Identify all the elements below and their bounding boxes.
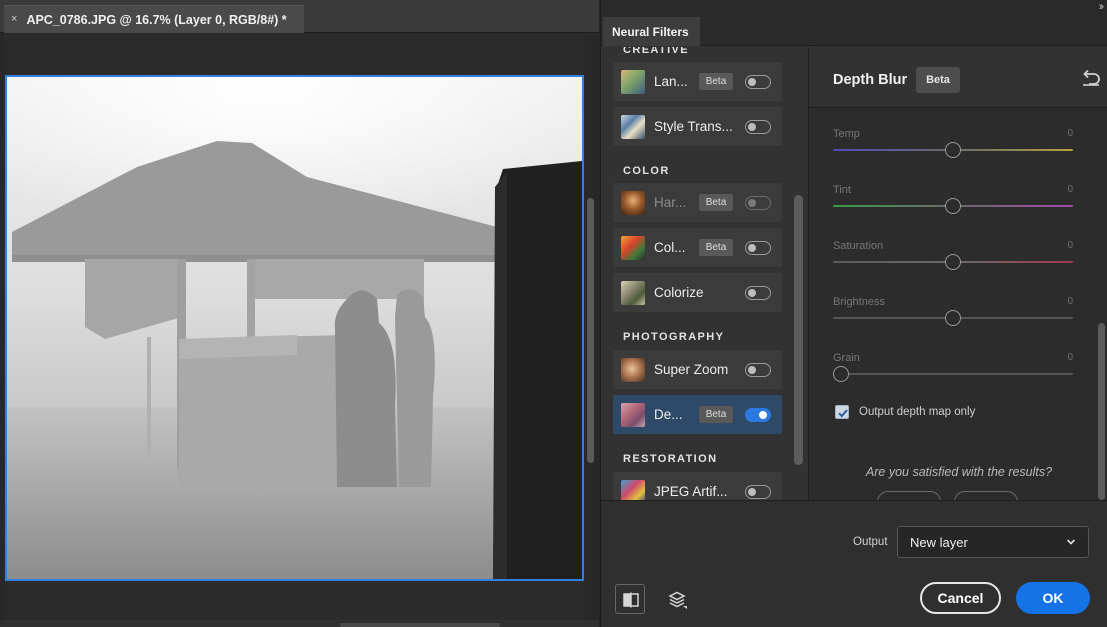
- canvas-image[interactable]: [5, 75, 584, 581]
- document-tab[interactable]: × APC_0786.JPG @ 16.7% (Layer 0, RGB/8#)…: [4, 5, 304, 33]
- slider-value: 0: [1067, 128, 1073, 139]
- cancel-button[interactable]: Cancel: [920, 582, 1001, 614]
- slider-track[interactable]: [833, 373, 1073, 375]
- close-icon[interactable]: ×: [11, 14, 17, 25]
- filter-list: CREATIVE Lan... Beta Style Trans... COLO…: [613, 47, 785, 500]
- layers-icon: [668, 591, 687, 609]
- slider-value: 0: [1067, 184, 1073, 195]
- panel-tab-row: Neural Filters: [601, 17, 1107, 46]
- output-depth-map-checkbox-row[interactable]: Output depth map only: [835, 405, 975, 419]
- filter-toggle[interactable]: [745, 241, 771, 255]
- filter-toggle[interactable]: [745, 75, 771, 89]
- jpeg-artifacts-icon: [621, 479, 645, 500]
- slider-tint: Tint 0: [833, 184, 1075, 234]
- satisfied-prompt: Are you satisfied with the results?: [865, 465, 1053, 479]
- slider-handle[interactable]: [945, 198, 961, 214]
- beta-badge: Beta: [699, 73, 733, 90]
- document-scroll-thumb[interactable]: [587, 198, 594, 463]
- beta-badge: Beta: [699, 239, 733, 256]
- filter-item-colorize[interactable]: Colorize: [613, 273, 782, 312]
- collapse-panel-icon[interactable]: ››: [1099, 1, 1105, 13]
- filter-item-color-transfer[interactable]: Col... Beta: [613, 228, 782, 267]
- document-status-bar: [0, 620, 599, 627]
- filter-item-harmonization[interactable]: Har... Beta: [613, 183, 782, 222]
- depth-blur-icon: [621, 402, 645, 427]
- filter-list-scrollbar[interactable]: [794, 195, 803, 465]
- filter-item-jpeg-artifacts[interactable]: JPEG Artif...: [613, 472, 782, 500]
- section-label-color: COLOR: [623, 165, 670, 177]
- tab-neural-filters[interactable]: Neural Filters: [603, 17, 700, 46]
- document-area: × APC_0786.JPG @ 16.7% (Layer 0, RGB/8#)…: [0, 0, 599, 627]
- checkmark-icon: [838, 409, 848, 418]
- harmonization-icon: [621, 190, 645, 215]
- filter-toggle[interactable]: [745, 196, 771, 210]
- output-label: Output: [853, 536, 888, 548]
- filter-detail-pane: Depth Blur Beta Temp 0 Tint 0 Saturation…: [808, 47, 1107, 500]
- feedback-no-button[interactable]: [954, 491, 1018, 500]
- filter-toggle[interactable]: [745, 408, 771, 422]
- section-label-creative: CREATIVE: [623, 47, 690, 56]
- slider-handle[interactable]: [945, 310, 961, 326]
- detail-header: Depth Blur Beta: [809, 47, 1107, 108]
- beta-badge: Beta: [699, 406, 733, 423]
- filter-item-landscape-mixer[interactable]: Lan... Beta: [613, 62, 782, 101]
- reset-icon[interactable]: [1081, 69, 1101, 87]
- filter-toggle[interactable]: [745, 485, 771, 499]
- slider-value: 0: [1067, 352, 1073, 363]
- slider-grain: Grain 0: [833, 352, 1075, 402]
- slider-temp: Temp 0: [833, 128, 1075, 178]
- color-transfer-icon: [621, 235, 645, 260]
- chevron-down-icon: [1066, 539, 1076, 545]
- slider-value: 0: [1067, 240, 1073, 251]
- slider-label: Brightness: [833, 296, 885, 308]
- slider-value: 0: [1067, 296, 1073, 307]
- filter-toggle[interactable]: [745, 120, 771, 134]
- panel-bottom-bar: Output New layer Cancel OK: [601, 500, 1107, 627]
- document-horizontal-scrollbar[interactable]: [340, 623, 500, 627]
- output-dropdown[interactable]: New layer: [897, 526, 1089, 558]
- neural-filters-panel: ›› Neural Filters CREATIVE Lan... Beta S…: [600, 0, 1107, 627]
- filter-item-depth-blur[interactable]: De... Beta: [613, 395, 782, 434]
- slider-saturation: Saturation 0: [833, 240, 1075, 290]
- detail-beta-badge: Beta: [916, 67, 960, 93]
- slider-brightness: Brightness 0: [833, 296, 1075, 346]
- section-label-photography: PHOTOGRAPHY: [623, 331, 725, 343]
- slider-label: Tint: [833, 184, 851, 196]
- document-vertical-scrollbar[interactable]: [586, 34, 595, 622]
- document-tab-title: APC_0786.JPG @ 16.7% (Layer 0, RGB/8#) *: [26, 12, 287, 27]
- output-depth-map-label: Output depth map only: [859, 406, 976, 418]
- filter-item-style-transfer[interactable]: Style Trans...: [613, 107, 782, 146]
- slider-label: Grain: [833, 352, 860, 364]
- slider-handle[interactable]: [945, 142, 961, 158]
- detail-scrollbar[interactable]: [1098, 323, 1105, 500]
- show-original-button[interactable]: [615, 584, 645, 614]
- section-label-restoration: RESTORATION: [623, 453, 718, 465]
- document-tab-bar: × APC_0786.JPG @ 16.7% (Layer 0, RGB/8#)…: [0, 0, 599, 33]
- layer-preview-button[interactable]: [662, 584, 692, 614]
- slider-handle[interactable]: [833, 366, 849, 382]
- filter-toggle[interactable]: [745, 363, 771, 377]
- filter-item-super-zoom[interactable]: Super Zoom: [613, 350, 782, 389]
- slider-label: Temp: [833, 128, 860, 140]
- depth-map-image: [7, 77, 582, 579]
- style-transfer-icon: [621, 114, 645, 139]
- detail-title: Depth Blur: [833, 72, 908, 88]
- feedback-yes-button[interactable]: [877, 491, 941, 500]
- output-depth-map-checkbox[interactable]: [835, 405, 849, 419]
- super-zoom-icon: [621, 357, 645, 382]
- landscape-mixer-icon: [621, 69, 645, 94]
- slider-label: Saturation: [833, 240, 884, 252]
- ok-button[interactable]: OK: [1016, 582, 1090, 614]
- slider-handle[interactable]: [945, 254, 961, 270]
- colorize-icon: [621, 280, 645, 305]
- output-dropdown-value: New layer: [910, 534, 968, 550]
- panel-top-strip: ››: [601, 0, 1107, 17]
- split-view-icon: [623, 592, 639, 608]
- beta-badge: Beta: [699, 194, 733, 211]
- filter-toggle[interactable]: [745, 286, 771, 300]
